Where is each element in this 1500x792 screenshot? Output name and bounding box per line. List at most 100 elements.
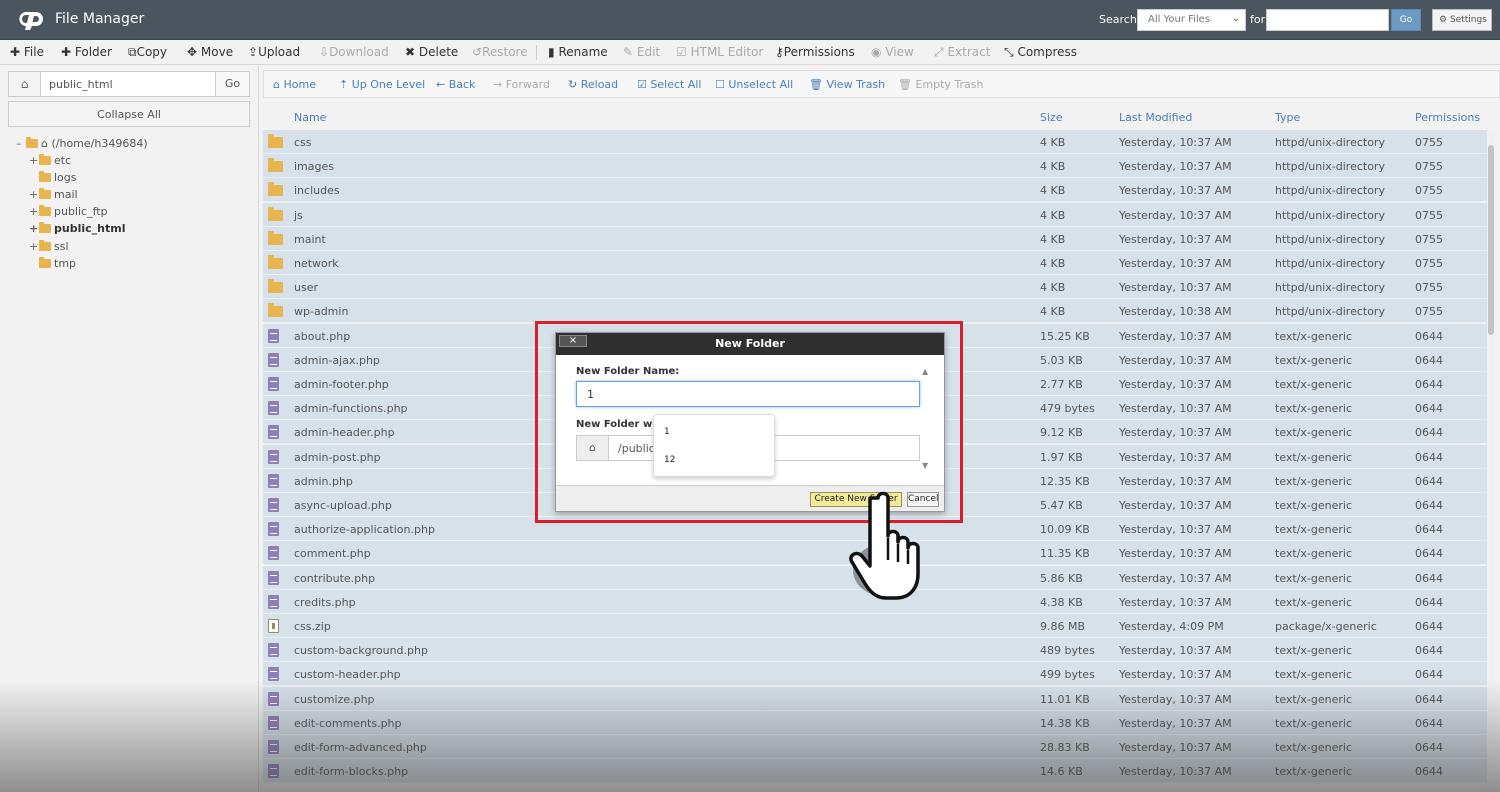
compress-button[interactable]: ⤡ Compress — [1004, 45, 1077, 60]
close-icon[interactable]: × — [559, 335, 587, 347]
table-row[interactable]: includes 4 KB Yesterday, 10:37 AM httpd/uni… — [263, 178, 1487, 203]
scroll-down-icon[interactable]: ▼ — [922, 461, 928, 470]
file-name[interactable]: about.php — [294, 330, 350, 343]
file-name[interactable]: wp-admin — [294, 305, 348, 318]
file-name[interactable]: admin-functions.php — [294, 402, 408, 415]
expand-icon[interactable]: + — [29, 154, 39, 167]
rename-button[interactable]: ▮ Rename — [548, 45, 608, 59]
new-folder-button[interactable]: ✚ Folder — [61, 45, 112, 59]
file-name[interactable]: css.zip — [294, 620, 331, 633]
file-name[interactable]: customize.php — [294, 693, 375, 706]
file-name[interactable]: edit-form-advanced.php — [294, 741, 427, 754]
file-name[interactable]: user — [294, 281, 318, 294]
column-header-permissions[interactable]: Permissions — [1415, 111, 1480, 124]
table-row[interactable]: maint 4 KB Yesterday, 10:37 AM httpd/unix-d… — [263, 226, 1487, 251]
new-file-button[interactable]: ✚ File — [10, 45, 44, 59]
table-row[interactable]: js 4 KB Yesterday, 10:37 AM httpd/unix-dire… — [263, 202, 1487, 227]
table-row[interactable]: custom-header.php 499 bytes Yesterday, 10:… — [263, 662, 1487, 687]
copy-button[interactable]: ⧉Copy — [128, 45, 167, 60]
file-name[interactable]: includes — [294, 184, 340, 197]
table-row[interactable]: edit-form-advanced.php 28.83 KB Yesterday,… — [263, 735, 1487, 759]
table-scrollbar[interactable] — [1487, 130, 1495, 792]
search-go-button[interactable]: Go — [1391, 9, 1421, 31]
column-header-size[interactable]: Size — [1040, 111, 1063, 124]
reload-button[interactable]: ↻ Reload — [568, 78, 618, 91]
file-name[interactable]: custom-header.php — [294, 668, 401, 681]
file-name[interactable]: admin-post.php — [294, 451, 381, 464]
tree-item-etc[interactable]: + etc — [29, 154, 71, 167]
empty-trash-button[interactable]: 🗑 Empty Trash — [898, 78, 984, 91]
home-button[interactable]: ⌂ Home — [273, 78, 316, 91]
file-name[interactable]: async-upload.php — [294, 499, 392, 512]
tree-item-ssl[interactable]: + ssl — [29, 240, 69, 253]
tree-item-logs[interactable]: logs — [39, 171, 77, 184]
file-name[interactable]: edit-comments.php — [294, 717, 402, 730]
file-name[interactable]: admin-ajax.php — [294, 354, 380, 367]
scrollbar-thumb[interactable] — [1488, 145, 1494, 335]
file-name[interactable]: admin.php — [294, 475, 353, 488]
collapse-icon[interactable]: – — [16, 137, 26, 150]
extract-button[interactable]: ⤢ Extract — [934, 45, 990, 60]
expand-icon[interactable]: + — [29, 205, 39, 218]
table-row[interactable]: user 4 KB Yesterday, 10:37 AM httpd/unix-di… — [263, 275, 1487, 300]
download-button[interactable]: ⇩Download — [319, 45, 389, 59]
autocomplete-option[interactable]: 1 — [664, 427, 670, 437]
table-row[interactable]: customize.php 11.01 KB Yesterday, 10:37 AM… — [263, 686, 1487, 711]
table-row[interactable]: edit-comments.php 14.38 KB Yesterday, 10:3… — [263, 710, 1487, 735]
table-row[interactable]: css.zip 9.86 MB Yesterday, 4:09 PM package/… — [263, 614, 1487, 638]
table-row[interactable]: images 4 KB Yesterday, 10:37 AM httpd/unix-… — [263, 154, 1487, 179]
file-name[interactable]: authorize-application.php — [294, 523, 435, 536]
expand-icon[interactable]: + — [29, 188, 39, 201]
table-row[interactable]: edit-form-blocks.php 14.6 KB Yesterday, 10… — [263, 759, 1487, 784]
file-name[interactable]: js — [294, 209, 303, 222]
view-button[interactable]: ◉ View — [871, 45, 914, 59]
table-row[interactable]: network 4 KB Yesterday, 10:37 AM httpd/unix… — [263, 251, 1487, 275]
file-name[interactable]: maint — [294, 233, 326, 246]
scroll-up-icon[interactable]: ▲ — [922, 367, 928, 376]
move-button[interactable]: ✥ Move — [187, 45, 233, 59]
unselect-all-button[interactable]: ☐ Unselect All — [715, 78, 793, 91]
column-header-name[interactable]: Name — [294, 111, 326, 124]
file-name[interactable]: credits.php — [294, 596, 356, 609]
upload-button[interactable]: ⇪Upload — [248, 45, 300, 59]
table-row[interactable]: css 4 KB Yesterday, 10:37 AM httpd/unix-dir… — [263, 130, 1487, 154]
forward-button[interactable]: → Forward — [493, 78, 550, 91]
file-name[interactable]: custom-background.php — [294, 644, 428, 657]
search-input[interactable] — [1266, 9, 1389, 31]
tree-item-public-ftp[interactable]: + public_ftp — [29, 205, 108, 218]
file-name[interactable]: admin-header.php — [294, 426, 395, 439]
edit-button[interactable]: ✎ Edit — [623, 45, 660, 59]
cpanel-logo[interactable] — [16, 9, 52, 31]
home-icon[interactable]: ⌂ — [9, 72, 41, 96]
tree-item-public-html[interactable]: + public_html — [29, 222, 125, 235]
select-all-button[interactable]: ☑ Select All — [637, 78, 701, 91]
file-name[interactable]: edit-form-blocks.php — [294, 765, 408, 778]
path-input[interactable]: public_html — [49, 78, 113, 91]
up-one-level-button[interactable]: ⇡ Up One Level — [339, 78, 425, 91]
table-row[interactable]: custom-background.php 489 bytes Yesterday,… — [263, 638, 1487, 663]
file-name[interactable]: css — [294, 136, 312, 149]
tree-root[interactable]: – ⌂ (/home/h349684) — [16, 137, 148, 150]
path-go-button[interactable]: Go — [215, 72, 249, 96]
tree-item-tmp[interactable]: tmp — [39, 257, 76, 270]
search-scope-select[interactable]: All Your Files ⌄ — [1137, 9, 1246, 31]
column-header-type[interactable]: Type — [1275, 111, 1300, 124]
table-row[interactable]: wp-admin 4 KB Yesterday, 10:38 AM httpd/uni… — [263, 299, 1487, 324]
folder-name-input[interactable]: 1 — [576, 381, 920, 407]
delete-button[interactable]: ✖ Delete — [405, 45, 458, 59]
view-trash-button[interactable]: 🗑 View Trash — [809, 78, 885, 91]
restore-button[interactable]: ↺Restore — [472, 45, 528, 59]
collapse-all-button[interactable]: Collapse All — [8, 101, 250, 127]
panel-divider[interactable] — [258, 66, 259, 792]
file-name[interactable]: comment.php — [294, 547, 371, 560]
file-name[interactable]: contribute.php — [294, 572, 375, 585]
file-name[interactable]: images — [294, 160, 334, 173]
settings-button[interactable]: ⚙ Settings — [1432, 9, 1492, 31]
back-button[interactable]: ← Back — [436, 78, 475, 91]
expand-icon[interactable]: + — [29, 240, 39, 253]
expand-icon[interactable]: + — [29, 222, 39, 235]
autocomplete-option[interactable]: 12 — [664, 455, 675, 465]
file-name[interactable]: admin-footer.php — [294, 378, 389, 391]
html-editor-button[interactable]: ☑ HTML Editor — [676, 45, 763, 59]
column-header-modified[interactable]: Last Modified — [1119, 111, 1192, 124]
